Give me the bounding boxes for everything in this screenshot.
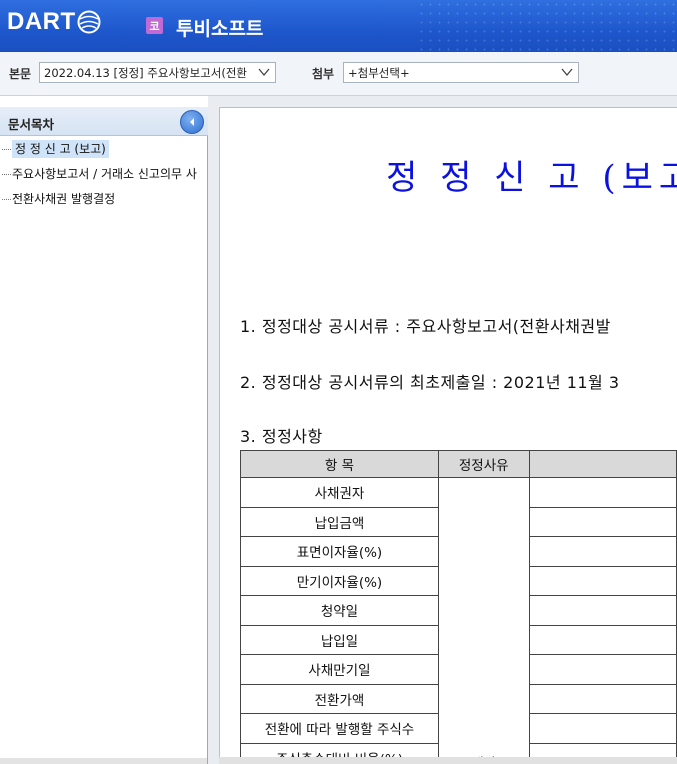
table-cell: [528, 565, 677, 596]
toc-item-major-report[interactable]: 주요사항보고서 / 거래소 신고의무 사: [0, 162, 207, 187]
app-header: DART 코 투비소프트: [0, 0, 677, 52]
toc-item-correction-report[interactable]: 정 정 신 고 (보고): [0, 137, 207, 162]
toc-title: 문서목차: [8, 117, 55, 132]
row-label: 사채권자: [240, 477, 439, 508]
logo-text: DART: [7, 8, 76, 35]
row-label: 표면이자율(%): [240, 536, 439, 567]
table-cell: [528, 595, 677, 626]
attach-label: 첨부: [312, 67, 335, 81]
table-cell: [528, 683, 677, 714]
header-item: 항 목: [240, 450, 439, 478]
row-label: 납입금액: [240, 506, 439, 537]
table-row: 사채권자 계약: [240, 477, 677, 757]
body-select-value: 2022.04.13 [정정] 주요사항보고서(전환: [44, 66, 247, 80]
row-label: 주식총수대비 비율(%): [240, 742, 439, 757]
dart-logo[interactable]: DART: [7, 7, 101, 37]
document-toolbar: 본문 2022.04.13 [정정] 주요사항보고서(전환 첨부 +첨부선택+: [0, 52, 677, 96]
table-cell: [528, 713, 677, 744]
correction-first-submission: 2. 정정대상 공시서류의 최초제출일 : 2021년 11월 3: [240, 373, 620, 392]
document-title: 정 정 신 고 (보고: [386, 158, 677, 198]
header-blank: [528, 450, 677, 478]
row-label: 납입일: [240, 624, 439, 655]
document-horizontal-scrollbar[interactable]: [219, 757, 677, 764]
toc-sidebar: 문서목차 정 정 신 고 (보고) 주요사항보고서 / 거래소 신고의무 사 전…: [0, 107, 208, 764]
table-cell: [528, 624, 677, 655]
table-cell: [528, 506, 677, 537]
row-label: 만기이자율(%): [240, 565, 439, 596]
attachment-select[interactable]: +첨부선택+: [343, 62, 579, 83]
row-label: 전환가액: [240, 683, 439, 714]
toc-item-label: 정 정 신 고 (보고): [12, 140, 109, 158]
table-cell: [528, 536, 677, 567]
sidebar-horizontal-scrollbar[interactable]: [0, 758, 207, 764]
collapse-sidebar-button[interactable]: [180, 110, 204, 134]
toc-item-label: 주요사항보고서 / 거래소 신고의무 사: [12, 167, 197, 181]
chevron-down-icon: [258, 68, 270, 77]
row-label: 사채만기일: [240, 654, 439, 685]
toc-header: 문서목차: [0, 107, 208, 136]
table-cell: [528, 654, 677, 685]
header-pattern: [417, 0, 677, 52]
chevron-left-icon: [190, 118, 194, 126]
company-name: 투비소프트: [176, 18, 264, 40]
table-header-row: 항 목 정정사유: [240, 450, 677, 478]
row-label: 전환에 따라 발행할 주식수: [240, 713, 439, 744]
toc-item-convertible-bond[interactable]: 전환사채권 발행결정: [0, 187, 207, 212]
company-type-badge: 코: [146, 17, 163, 34]
correction-table: 항 목 정정사유 사채권자 계약 납입금액 표면이자율(%) 만기이자율(%) …: [240, 450, 677, 757]
correction-target-doc: 1. 정정대상 공시서류 : 주요사항보고서(전환사채권발: [240, 317, 611, 336]
toc-tree: 정 정 신 고 (보고) 주요사항보고서 / 거래소 신고의무 사 전환사채권 …: [0, 137, 207, 212]
body-document-select[interactable]: 2022.04.13 [정정] 주요사항보고서(전환: [39, 62, 276, 83]
chevron-down-icon: [561, 68, 573, 77]
row-label: 청약일: [240, 595, 439, 626]
correction-items-heading: 3. 정정사항: [240, 427, 323, 446]
attach-select-value: +첨부선택+: [348, 66, 410, 80]
table-cell: [528, 477, 677, 508]
table-cell: [528, 742, 677, 757]
globe-icon: [77, 10, 101, 34]
header-reason: 정정사유: [437, 450, 530, 478]
toc-item-label: 전환사채권 발행결정: [12, 192, 116, 206]
reason-cell: 계약: [437, 477, 530, 757]
body-label: 본문: [9, 67, 32, 81]
document-viewer: 정 정 신 고 (보고 1. 정정대상 공시서류 : 주요사항보고서(전환사채권…: [219, 107, 677, 757]
